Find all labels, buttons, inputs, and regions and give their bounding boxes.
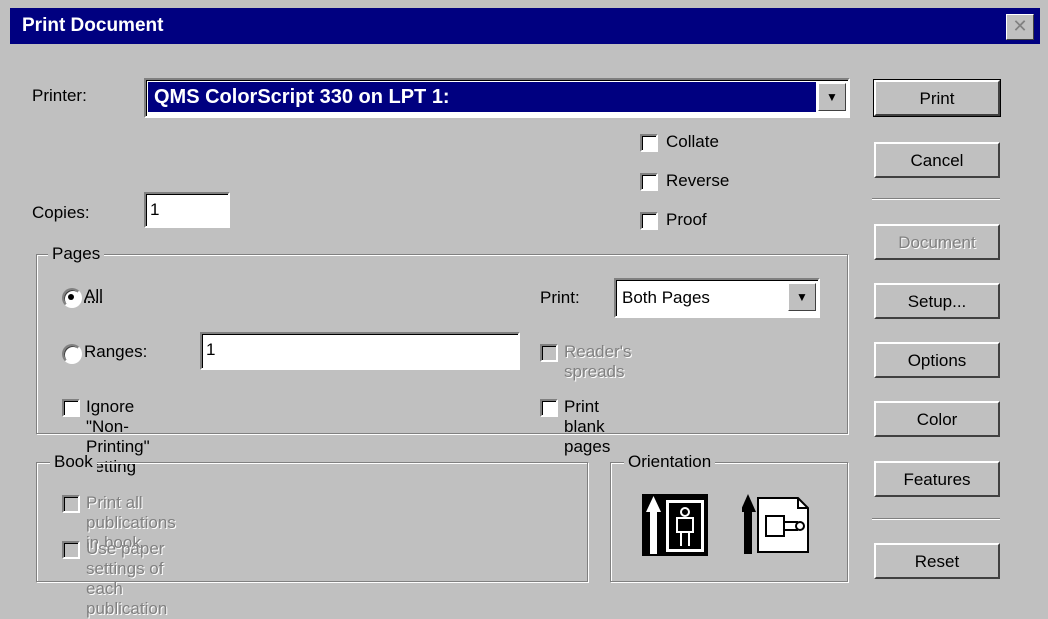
reset-button[interactable]: Reset [874,543,1000,579]
proof-label: Proof [666,210,707,229]
button-separator [872,198,1000,200]
print-blank-pages-checkbox-box[interactable] [540,399,558,417]
close-button[interactable]: ✕ [1006,14,1034,40]
options-button[interactable]: Options [874,342,1000,378]
all-label: All [84,286,103,305]
copies-input[interactable]: 1 [144,192,230,228]
orientation-group-title: Orientation [624,452,716,472]
printer-select[interactable]: QMS ColorScript 330 on LPT 1: ▼ [144,78,850,118]
portrait-orientation-icon[interactable] [642,494,708,561]
landscape-orientation-icon[interactable] [740,494,812,561]
ignore-nonprinting-checkbox-box[interactable] [62,399,80,417]
collate-label: Collate [666,132,719,151]
collate-checkbox-box[interactable] [640,134,658,152]
print-button[interactable]: Print [873,79,1001,117]
use-paper-settings-checkbox-box [62,541,80,559]
print-all-publications-checkbox-box [62,495,80,513]
features-button[interactable]: Features [874,461,1000,497]
color-button[interactable]: Color [874,401,1000,437]
print-pages-value: Both Pages [622,288,710,307]
cancel-button[interactable]: Cancel [874,142,1000,178]
print-pages-select[interactable]: Both Pages ▼ [614,278,820,318]
title-bar[interactable]: Print Document ✕ [10,8,1040,44]
all-radio-button[interactable] [62,288,82,308]
print-blank-pages-label: Print blank pages [564,397,611,456]
proof-checkbox-box[interactable] [640,212,658,230]
readers-spreads-checkbox-box [540,344,558,362]
printer-dropdown-arrow-icon[interactable]: ▼ [818,83,846,111]
ranges-input[interactable]: 1 [200,332,520,370]
button-separator [872,518,1000,520]
reverse-checkbox-box[interactable] [640,173,658,191]
pages-group-title: Pages [48,244,105,264]
print-pages-label: Print: [540,288,580,307]
book-group-title: Book [50,452,97,472]
dialog-title: Print Document [22,15,164,36]
radio-selected-dot [68,294,74,300]
copies-label: Copies: [32,203,90,222]
printer-select-value: QMS ColorScript 330 on LPT 1: [148,82,816,112]
ranges-radio-button[interactable] [62,344,82,364]
use-paper-settings-label: Use paper settings of each publication [86,539,168,618]
print-pages-dropdown-arrow-icon[interactable]: ▼ [788,283,816,311]
document-button: Document [874,224,1000,260]
setup-button[interactable]: Setup... [874,283,1000,319]
reverse-label: Reverse [666,171,730,190]
ranges-label: Ranges: [84,342,148,361]
readers-spreads-label: Reader's spreads [564,342,632,381]
printer-label: Printer: [32,86,87,105]
